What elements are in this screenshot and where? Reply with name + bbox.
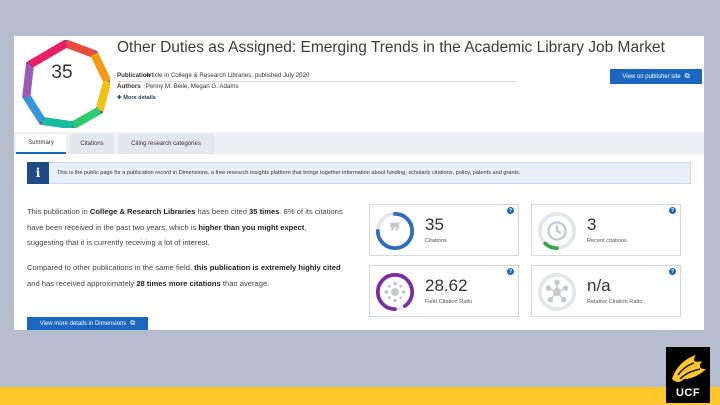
dimensions-badge-icon <box>22 40 110 128</box>
help-icon[interactable]: ? <box>507 207 514 214</box>
metric-value: 35 <box>425 215 444 234</box>
authors-row: Authors Penny M. Beile, Megan G. Adams <box>117 83 239 90</box>
badge-score: 35 <box>51 62 73 83</box>
recent-citations-ring <box>537 211 577 251</box>
metric-label: Recent citations <box>587 238 627 244</box>
tab-summary[interactable]: Summary <box>16 134 66 154</box>
ucf-logo: UCF <box>666 347 710 403</box>
divider <box>117 81 517 82</box>
publication-value[interactable]: Article in College & Research Libraries,… <box>145 72 309 79</box>
page-title: Other Duties as Assigned: Emerging Trend… <box>117 39 665 56</box>
field-ratio-icon <box>384 281 406 303</box>
more-details-link[interactable]: ✚ More details <box>117 95 156 101</box>
ucf-logo-text: UCF <box>675 387 701 399</box>
external-link-icon: ⧉ <box>130 319 136 327</box>
summary-paragraph-1: This publication in College & Research L… <box>27 207 343 247</box>
publication-row: Publication Article in College & Researc… <box>117 72 309 79</box>
metric-value: 3 <box>587 215 597 234</box>
info-text: This is the public page for a publicatio… <box>57 170 521 176</box>
metric-card-citations: ❞ ? 35 Citations <box>369 204 519 256</box>
external-link-icon: ⧉ <box>684 72 690 80</box>
view-publisher-button[interactable]: View on publisher site ⧉ <box>610 69 702 84</box>
help-icon[interactable]: ? <box>669 268 676 275</box>
dimensions-panel: 35 Other Duties as Assigned: Emerging Tr… <box>14 36 704 330</box>
footer-gold-bar <box>0 387 720 405</box>
metric-label: Citations <box>425 238 447 244</box>
network-icon <box>545 279 569 303</box>
metric-card-field-citation-ratio: ? 28.62 Field Citation Ratio <box>369 265 519 317</box>
info-banner: i This is the public page for a publicat… <box>27 162 691 184</box>
view-more-details-button[interactable]: View more details in Dimensions ⧉ <box>27 317 148 330</box>
clock-icon <box>547 221 567 241</box>
metric-card-recent-citations: ? 3 Recent citations <box>531 204 681 256</box>
field-citation-ring <box>375 272 415 312</box>
pegasus-icon <box>672 355 706 382</box>
publication-label: Publication <box>117 72 151 79</box>
citations-ring: ❞ <box>375 211 415 251</box>
tab-citing-research-categories[interactable]: Citing research categories <box>118 134 214 154</box>
tab-citations[interactable]: Citations <box>70 134 114 154</box>
help-icon[interactable]: ? <box>507 268 514 275</box>
metric-value: 28.62 <box>425 276 468 295</box>
metric-label: Relative Citation Ratio <box>587 299 643 305</box>
metric-value: n/a <box>587 276 611 295</box>
metric-card-relative-citation-ratio: ? n/a Relative Citation Ratio <box>531 265 681 317</box>
summary-content: i This is the public page for a publicat… <box>14 154 704 330</box>
authors-value[interactable]: Penny M. Beile, Megan G. Adams <box>146 83 239 90</box>
quote-icon: ❞ <box>389 219 400 244</box>
publication-header: 35 Other Duties as Assigned: Emerging Tr… <box>14 36 704 132</box>
metric-label: Field Citation Ratio <box>425 299 473 305</box>
chevron-down-icon: ✚ <box>117 95 122 101</box>
relative-citation-ring <box>537 272 577 312</box>
info-icon: i <box>27 162 49 184</box>
authors-label: Authors <box>117 83 141 90</box>
help-icon[interactable]: ? <box>669 207 676 214</box>
summary-paragraph-2: Compared to other publications in the sa… <box>27 263 341 288</box>
